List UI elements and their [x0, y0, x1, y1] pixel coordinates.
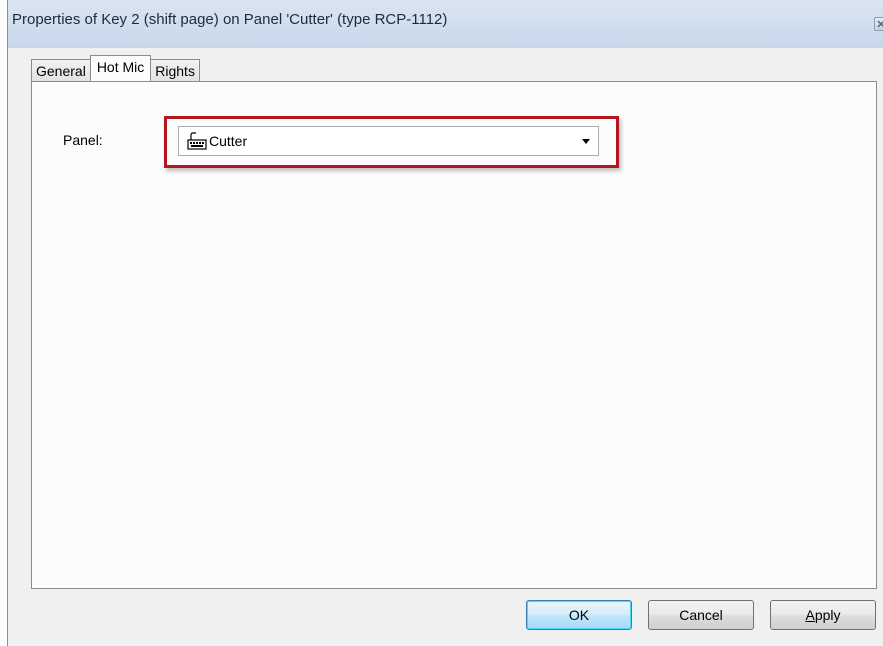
panel-select-value: Cutter: [209, 133, 248, 149]
apply-button[interactable]: Apply: [770, 600, 876, 630]
tab-strip: General Hot Mic Rights: [31, 55, 200, 81]
panel-field-label: Panel:: [63, 132, 103, 148]
window-title: Properties of Key 2 (shift page) on Pane…: [12, 11, 448, 28]
chevron-down-icon[interactable]: [582, 139, 590, 144]
title-bar[interactable]: Properties of Key 2 (shift page) on Pane…: [8, 0, 883, 48]
cancel-button[interactable]: Cancel: [648, 600, 754, 630]
close-button[interactable]: [874, 17, 883, 31]
apply-label-rest: pply: [814, 607, 841, 623]
keyboard-panel-icon: [187, 132, 207, 155]
close-icon: [877, 20, 883, 28]
tab-general[interactable]: General: [31, 59, 91, 81]
tab-rights[interactable]: Rights: [150, 59, 200, 81]
apply-accelerator: A: [805, 607, 815, 623]
panel-select[interactable]: Cutter: [178, 126, 599, 156]
ok-button[interactable]: OK: [526, 600, 632, 630]
tab-hot-mic[interactable]: Hot Mic: [89, 55, 152, 81]
dialog-client-area: General Hot Mic Rights Panel: Cutter OK …: [8, 48, 883, 646]
properties-dialog: Properties of Key 2 (shift page) on Pane…: [7, 0, 883, 646]
